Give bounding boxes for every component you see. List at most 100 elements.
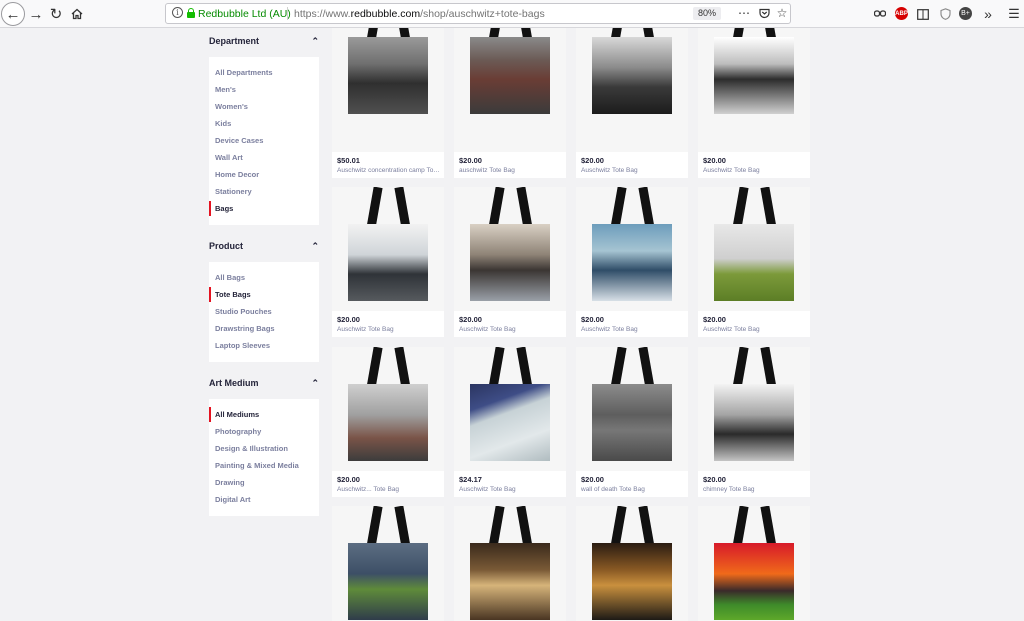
- info-icon[interactable]: i: [172, 7, 183, 18]
- product-filter-item[interactable]: All Bags: [215, 273, 245, 282]
- department-filter-item[interactable]: Home Decor: [215, 170, 259, 179]
- forward-button[interactable]: →: [25, 3, 47, 25]
- art-medium-filter-heading[interactable]: Art Medium ⌃: [209, 378, 319, 388]
- reader-view-icon[interactable]: [915, 6, 931, 22]
- product-card[interactable]: $20.00 Auschwitz Tote Bag: [454, 187, 566, 337]
- home-button[interactable]: [66, 3, 88, 25]
- product-title[interactable]: Auschwitz concentration camp Tote Bag: [337, 167, 441, 174]
- product-card[interactable]: $20.00 wall of death Tote Bag: [576, 347, 688, 497]
- tote-bag-artwork: [470, 224, 550, 301]
- product-price: $20.00: [703, 475, 726, 484]
- product-filter-heading[interactable]: Product ⌃: [209, 241, 319, 251]
- art-medium-filter-item[interactable]: Digital Art: [215, 495, 251, 504]
- product-filter-item[interactable]: Tote Bags: [215, 290, 251, 299]
- product-image[interactable]: [332, 506, 444, 621]
- product-title[interactable]: Auschwitz Tote Bag: [703, 326, 807, 333]
- tote-bag-artwork: [714, 543, 794, 620]
- product-image[interactable]: [698, 506, 810, 621]
- address-bar[interactable]: i Redbubble Ltd (AU) https://www.redbubb…: [165, 3, 791, 24]
- product-title[interactable]: wall of death Tote Bag: [581, 486, 685, 493]
- product-card[interactable]: $20.00 Auschwitz Tote Bag: [576, 187, 688, 337]
- department-filter-item[interactable]: All Departments: [215, 68, 273, 77]
- zoom-level-badge[interactable]: 80%: [693, 7, 721, 20]
- product-filter-item[interactable]: Laptop Sleeves: [215, 341, 270, 350]
- product-image[interactable]: [454, 347, 566, 471]
- page-actions-icon[interactable]: ⋯: [736, 6, 752, 20]
- product-image[interactable]: [576, 28, 688, 152]
- site-identity[interactable]: Redbubble Ltd (AU): [198, 8, 291, 20]
- menu-hamburger-icon[interactable]: ☰: [1006, 6, 1022, 22]
- art-medium-filter-item[interactable]: Photography: [215, 427, 261, 436]
- product-card[interactable]: [698, 506, 810, 621]
- product-image[interactable]: [454, 506, 566, 621]
- department-filter-item[interactable]: Men's: [215, 85, 236, 94]
- art-medium-filter-item[interactable]: Design & Illustration: [215, 444, 288, 453]
- product-card[interactable]: $20.00 Auschwitz Tote Bag: [698, 28, 810, 178]
- chevron-up-icon[interactable]: ⌃: [311, 378, 319, 389]
- product-title[interactable]: Auschwitz Tote Bag: [459, 326, 563, 333]
- product-card[interactable]: [332, 506, 444, 621]
- adblock-icon[interactable]: ABP: [895, 7, 908, 20]
- back-button[interactable]: ←: [1, 2, 25, 26]
- product-title[interactable]: Auschwitz Tote Bag: [459, 486, 563, 493]
- product-filter-item[interactable]: Drawstring Bags: [215, 324, 275, 333]
- product-image[interactable]: [454, 187, 566, 311]
- product-image[interactable]: [576, 187, 688, 311]
- product-card[interactable]: $20.00 Auschwitz Tote Bag: [332, 187, 444, 337]
- extension-icon[interactable]: B+: [959, 7, 972, 20]
- product-title[interactable]: Auschwitz Tote Bag: [581, 326, 685, 333]
- tote-bag-artwork: [592, 384, 672, 461]
- product-card[interactable]: $20.00 Auschwitz Tote Bag: [576, 28, 688, 178]
- product-title[interactable]: auschwitz Tote Bag: [459, 167, 563, 174]
- shield-icon[interactable]: [937, 6, 953, 22]
- reload-icon: ↻: [49, 6, 63, 23]
- product-filter-list: All Bags Tote Bags Studio Pouches Drawstrin…: [209, 262, 319, 362]
- product-filter-item[interactable]: Studio Pouches: [215, 307, 272, 316]
- department-filter-item[interactable]: Device Cases: [215, 136, 263, 145]
- chevron-up-icon[interactable]: ⌃: [311, 241, 319, 252]
- url-separator: [287, 7, 288, 20]
- product-card[interactable]: $20.00 auschwitz Tote Bag: [454, 28, 566, 178]
- art-medium-filter-item[interactable]: Drawing: [215, 478, 245, 487]
- art-medium-filter-item[interactable]: Painting & Mixed Media: [215, 461, 299, 470]
- url-text[interactable]: https://www.redbubble.com/shop/auschwitz…: [294, 8, 545, 20]
- product-image[interactable]: [454, 28, 566, 152]
- product-title[interactable]: Auschwitz Tote Bag: [337, 326, 441, 333]
- department-filter-list: All Departments Men's Women's Kids Device Ca…: [209, 57, 319, 225]
- product-image[interactable]: [698, 28, 810, 152]
- overflow-chevrons-icon[interactable]: »: [980, 6, 996, 22]
- product-title[interactable]: chimney Tote Bag: [703, 486, 807, 493]
- reload-button[interactable]: ↻: [45, 3, 67, 25]
- product-card[interactable]: [576, 506, 688, 621]
- product-image[interactable]: [332, 28, 444, 152]
- product-card[interactable]: $20.00 chimney Tote Bag: [698, 347, 810, 497]
- department-filter-item[interactable]: Kids: [215, 119, 231, 128]
- chevron-up-icon[interactable]: ⌃: [311, 36, 319, 47]
- tote-bag-artwork: [714, 384, 794, 461]
- department-filter-item[interactable]: Wall Art: [215, 153, 243, 162]
- product-card[interactable]: $20.00 Auschwitz Tote Bag: [698, 187, 810, 337]
- product-image[interactable]: [576, 506, 688, 621]
- product-image[interactable]: [576, 347, 688, 471]
- pocket-icon[interactable]: [756, 6, 772, 22]
- product-title[interactable]: Auschwitz Tote Bag: [703, 167, 807, 174]
- product-card[interactable]: $20.00 Auschwitz... Tote Bag: [332, 347, 444, 497]
- mask-icon[interactable]: [872, 6, 888, 22]
- product-image[interactable]: [698, 187, 810, 311]
- product-card[interactable]: $50.01 Auschwitz concentration camp Tote …: [332, 28, 444, 178]
- product-card[interactable]: $24.17 Auschwitz Tote Bag: [454, 347, 566, 497]
- department-filter-item[interactable]: Women's: [215, 102, 248, 111]
- product-title[interactable]: Auschwitz... Tote Bag: [337, 486, 441, 493]
- product-image[interactable]: [332, 187, 444, 311]
- tote-bag-artwork: [470, 37, 550, 114]
- department-filter-item[interactable]: Stationery: [215, 187, 252, 196]
- product-image[interactable]: [698, 347, 810, 471]
- art-medium-filter-item[interactable]: All Mediums: [215, 410, 259, 419]
- bookmark-star-icon[interactable]: ☆: [774, 6, 790, 20]
- tote-bag-artwork: [348, 543, 428, 620]
- department-filter-item[interactable]: Bags: [215, 204, 233, 213]
- product-card[interactable]: [454, 506, 566, 621]
- product-image[interactable]: [332, 347, 444, 471]
- department-filter-heading[interactable]: Department ⌃: [209, 36, 319, 46]
- product-title[interactable]: Auschwitz Tote Bag: [581, 167, 685, 174]
